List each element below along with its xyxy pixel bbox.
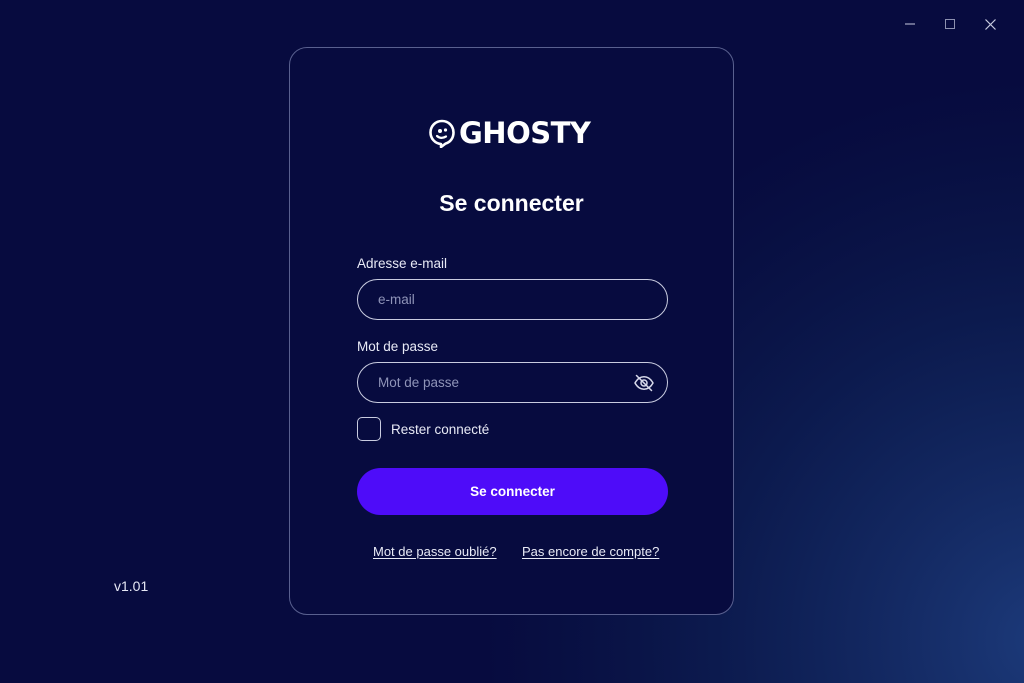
email-input[interactable] [358,280,667,319]
login-button[interactable]: Se connecter [357,468,668,515]
app-logo: GHOSTY [427,116,599,150]
close-icon [984,18,996,30]
eye-off-icon [634,374,654,392]
minimize-icon [905,23,915,25]
app-version: v1.01 [114,578,149,594]
window-controls [890,12,1010,36]
password-field-wrapper [357,362,668,403]
password-visibility-toggle[interactable] [633,372,655,394]
login-card: GHOSTY Se connecter Adresse e-mail Mot d… [289,47,734,615]
remember-me-checkbox[interactable] [357,417,381,441]
signup-link[interactable]: Pas encore de compte? [522,544,659,559]
maximize-button[interactable] [930,12,970,36]
forgot-password-link[interactable]: Mot de passe oublié? [373,544,497,559]
maximize-icon [945,19,955,29]
password-input[interactable] [358,363,667,402]
password-label: Mot de passe [357,339,439,354]
close-button[interactable] [970,12,1010,36]
ghost-icon [429,119,455,148]
remember-me-label: Rester connecté [391,422,490,437]
app-name: GHOSTY [459,116,591,150]
minimize-button[interactable] [890,12,930,36]
page-title: Se connecter [439,190,584,216]
email-label: Adresse e-mail [357,256,448,271]
email-field-wrapper [357,279,668,320]
